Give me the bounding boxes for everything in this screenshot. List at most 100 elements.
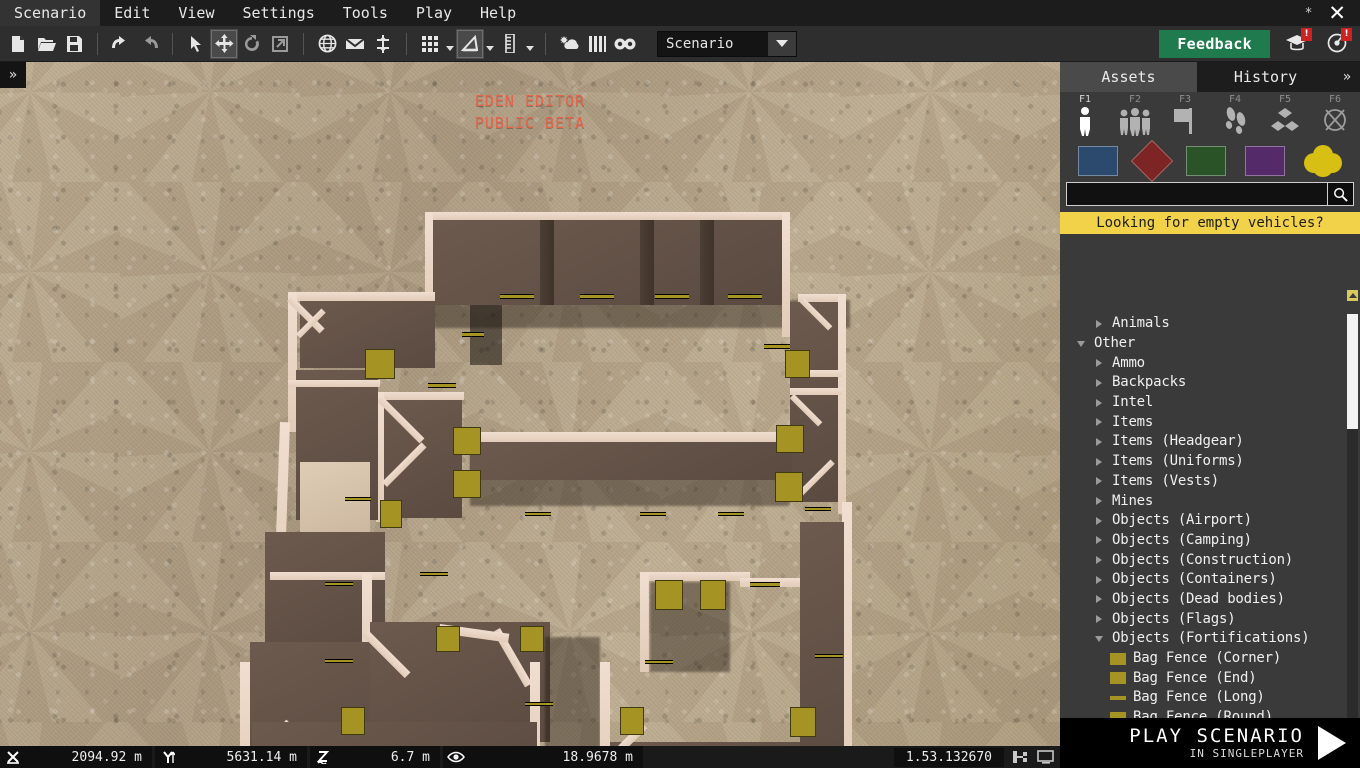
asset-tree-folder[interactable]: Objects (Construction) [1060, 550, 1360, 570]
asset-tree-item[interactable]: Bag Fence (Corner) [1060, 649, 1360, 669]
placed-object-bag-fence-long[interactable] [462, 332, 484, 337]
placed-object-bag-fence[interactable] [453, 427, 481, 455]
scale-tool-button[interactable] [266, 29, 294, 59]
tree-expand-icon[interactable] [1092, 595, 1106, 604]
align-button[interactable] [369, 29, 397, 59]
placed-object-bag-fence-long[interactable] [345, 497, 371, 501]
placed-object-bag-fence-long[interactable] [805, 507, 831, 511]
placed-object-bag-fence-long[interactable] [525, 512, 551, 516]
tab-history[interactable]: History [1197, 62, 1334, 92]
tree-expand-icon[interactable] [1092, 378, 1106, 387]
layers-button[interactable] [583, 29, 611, 59]
asset-tree-item[interactable]: Bag Fence (End) [1060, 668, 1360, 688]
search-button[interactable] [1328, 182, 1354, 206]
menu-scenario[interactable]: Scenario [0, 0, 101, 26]
rotate-tool-button[interactable] [238, 29, 266, 59]
placed-object-bag-fence-long[interactable] [764, 344, 790, 349]
placed-object-bag-fence[interactable] [700, 580, 726, 610]
placed-object-bag-fence-long[interactable] [525, 702, 553, 706]
snap-angle-button[interactable] [456, 28, 484, 59]
category-markers-button[interactable]: F6 [1310, 94, 1360, 140]
placed-object-bag-fence[interactable] [655, 580, 683, 610]
undo-button[interactable] [107, 29, 135, 59]
asset-tree-folder[interactable]: Mines [1060, 491, 1360, 511]
feedback-tracker-button[interactable]: ! [1284, 27, 1312, 57]
placed-object-bag-fence-long[interactable] [325, 659, 353, 663]
asset-tree-folder[interactable]: Objects (Dead bodies) [1060, 590, 1360, 610]
asset-tree-folder[interactable]: Objects (Camping) [1060, 531, 1360, 551]
broadcast-button[interactable]: ! [1324, 27, 1352, 57]
environment-button[interactable] [555, 29, 583, 59]
asset-tree-folder[interactable]: Items (Uniforms) [1060, 452, 1360, 472]
placed-object-bag-fence[interactable] [341, 707, 365, 735]
civilian-swatch[interactable] [1245, 146, 1286, 176]
tree-expand-icon[interactable] [1092, 556, 1106, 565]
search-input[interactable] [1066, 182, 1328, 206]
grid-dropdown-caret[interactable] [444, 29, 456, 59]
promo-banner[interactable]: Looking for empty vehicles? [1060, 212, 1360, 234]
vertical-snap-dropdown-caret[interactable] [524, 29, 536, 59]
tree-expand-icon[interactable] [1092, 477, 1106, 486]
placed-object-bag-fence-long[interactable] [428, 383, 456, 388]
tree-expand-icon[interactable] [1092, 457, 1106, 466]
placed-object-bag-fence[interactable] [520, 626, 544, 652]
category-waypoints-button[interactable]: F4 [1210, 94, 1260, 140]
tree-expand-icon[interactable] [1092, 398, 1106, 407]
asset-tree-folder[interactable]: Backpacks [1060, 373, 1360, 393]
asset-tree-folder[interactable]: Ammo [1060, 353, 1360, 373]
placed-object-bag-fence[interactable] [776, 425, 804, 453]
tree-expand-icon[interactable] [1092, 575, 1106, 584]
placed-object-bag-fence[interactable] [380, 500, 402, 528]
placed-object-bag-fence[interactable] [790, 707, 816, 737]
independent-swatch[interactable] [1185, 146, 1226, 176]
tree-expand-icon[interactable] [1092, 437, 1106, 446]
placed-object-bag-fence-long[interactable] [420, 572, 448, 576]
tree-expand-icon[interactable] [1092, 418, 1106, 427]
grid-button[interactable] [416, 29, 444, 59]
menu-view[interactable]: View [164, 0, 228, 26]
placed-object-bag-fence-long[interactable] [815, 654, 843, 658]
asset-tree-folder[interactable]: Objects (Airport) [1060, 511, 1360, 531]
category-triggers-button[interactable]: F3 [1160, 94, 1210, 140]
tree-expand-icon[interactable] [1092, 497, 1106, 506]
placed-object-bag-fence-long[interactable] [640, 512, 666, 516]
3d-viewport[interactable]: EDEN EDITOR PUBLIC BETA [0, 62, 1060, 746]
opfor-swatch[interactable] [1130, 139, 1173, 183]
scenario-select[interactable]: Scenario [657, 30, 797, 57]
asset-tree-folder[interactable]: Objects (Containers) [1060, 570, 1360, 590]
tree-collapse-icon[interactable] [1074, 340, 1088, 347]
asset-tree-folder[interactable]: Animals [1060, 314, 1360, 334]
empty-swatch[interactable] [1304, 145, 1343, 177]
tree-expand-icon[interactable] [1092, 615, 1106, 624]
asset-tree-folder[interactable]: Items (Headgear) [1060, 432, 1360, 452]
menu-play[interactable]: Play [402, 0, 466, 26]
placed-object-bag-fence[interactable] [365, 349, 395, 379]
tree-expand-icon[interactable] [1092, 319, 1106, 328]
menu-settings[interactable]: Settings [229, 0, 329, 26]
asset-tree[interactable]: Animals Other Ammo Backpacks Intel Items Items… [1060, 314, 1360, 768]
play-scenario-button[interactable]: PLAY SCENARIO IN SINGLEPLAYER [1060, 718, 1360, 768]
asset-tree-folder[interactable]: Intel [1060, 393, 1360, 413]
placed-object-bag-fence[interactable] [436, 626, 460, 652]
asset-tree-folder[interactable]: Items [1060, 412, 1360, 432]
redo-button[interactable] [135, 29, 163, 59]
menu-tools[interactable]: Tools [329, 0, 402, 26]
asset-tree-folder[interactable]: Objects (Fortifications) [1060, 629, 1360, 649]
placed-object-bag-fence[interactable] [775, 472, 803, 502]
close-icon[interactable]: ✕ [1322, 0, 1352, 26]
asset-tree-scrollbar-thumb[interactable] [1347, 314, 1358, 429]
placed-object-bag-fence-long[interactable] [750, 582, 780, 587]
placed-object-bag-fence-long[interactable] [728, 294, 762, 299]
markers-button[interactable] [341, 29, 369, 59]
placed-object-bag-fence[interactable] [453, 470, 481, 498]
category-systems-button[interactable]: F5 [1260, 94, 1310, 140]
new-scenario-button[interactable] [4, 29, 32, 59]
tree-expand-icon[interactable] [1092, 359, 1106, 368]
menu-edit[interactable]: Edit [100, 0, 164, 26]
asset-tree-item[interactable]: Bag Fence (Long) [1060, 688, 1360, 708]
tree-collapse-icon[interactable] [1092, 635, 1106, 642]
menu-help[interactable]: Help [466, 0, 530, 26]
placed-object-bag-fence-long[interactable] [500, 294, 534, 299]
category-groups-button[interactable]: F2 [1110, 94, 1160, 140]
asset-tree-folder[interactable]: Items (Vests) [1060, 472, 1360, 492]
